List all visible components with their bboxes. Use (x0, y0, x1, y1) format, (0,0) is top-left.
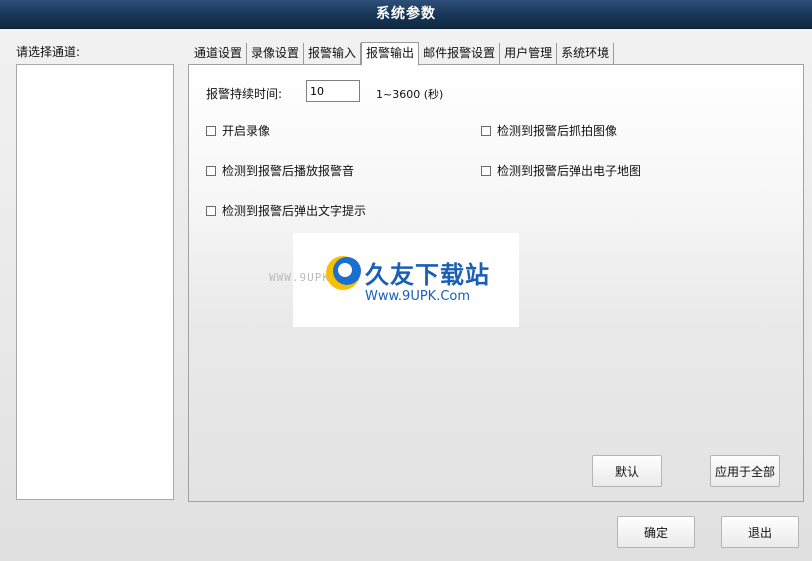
tab-system-environment[interactable]: 系统环境 (557, 43, 615, 64)
checkbox-box[interactable] (206, 165, 216, 176)
watermark-site-name: 久友下载站 (365, 261, 490, 289)
tab-record-settings[interactable]: 录像设置 (247, 43, 305, 64)
alarm-snapshot-label: 检测到报警后抓拍图像 (497, 124, 618, 138)
checkbox-box[interactable] (206, 125, 216, 136)
channel-list[interactable] (16, 64, 174, 500)
alarm-duration-input[interactable] (306, 80, 360, 102)
alarm-sound-label: 检测到报警后播放报警音 (222, 164, 355, 178)
alarm-sound-checkbox[interactable]: 检测到报警后播放报警音 (206, 162, 354, 179)
checkbox-box[interactable] (481, 125, 491, 136)
tab-email-alarm-settings[interactable]: 邮件报警设置 (419, 43, 501, 64)
alarm-duration-range: 1~3600 (秒) (376, 88, 444, 101)
tab-alarm-output[interactable]: 报警输出 (361, 42, 420, 66)
alarm-emap-label: 检测到报警后弹出电子地图 (497, 164, 642, 178)
tab-channel-settings[interactable]: 通道设置 (190, 43, 248, 64)
apply-to-all-button[interactable]: 应用于全部 (710, 455, 780, 487)
settings-tab-bar: 通道设置 录像设置 报警输入 报警输出 邮件报警设置 用户管理 系统环境 (190, 42, 615, 66)
window-title-bar: 系统参数 (0, 0, 812, 29)
channel-select-label: 请选择通道: (16, 45, 81, 59)
tab-user-management[interactable]: 用户管理 (500, 43, 558, 64)
exit-button[interactable]: 退出 (721, 516, 799, 548)
alarm-duration-label: 报警持续时间: (206, 87, 283, 101)
watermark-overlay: WWW.9UPK.COM 久友下载站 Www.9UPK.Com (269, 233, 519, 327)
alarm-snapshot-checkbox[interactable]: 检测到报警后抓拍图像 (481, 122, 617, 139)
ok-button[interactable]: 确定 (617, 516, 695, 548)
tab-alarm-input[interactable]: 报警输入 (304, 43, 362, 64)
enable-recording-checkbox[interactable]: 开启录像 (206, 122, 270, 139)
checkbox-box[interactable] (206, 205, 216, 216)
alarm-text-tip-label: 检测到报警后弹出文字提示 (222, 204, 367, 218)
checkbox-box[interactable] (481, 165, 491, 176)
enable-recording-label: 开启录像 (222, 124, 271, 138)
alarm-text-tip-checkbox[interactable]: 检测到报警后弹出文字提示 (206, 202, 366, 219)
watermark-logo-icon (326, 256, 361, 290)
window-title: 系统参数 (376, 6, 436, 22)
alarm-emap-checkbox[interactable]: 检测到报警后弹出电子地图 (481, 162, 641, 179)
watermark-url: Www.9UPK.Com (365, 289, 471, 304)
default-button[interactable]: 默认 (592, 455, 662, 487)
